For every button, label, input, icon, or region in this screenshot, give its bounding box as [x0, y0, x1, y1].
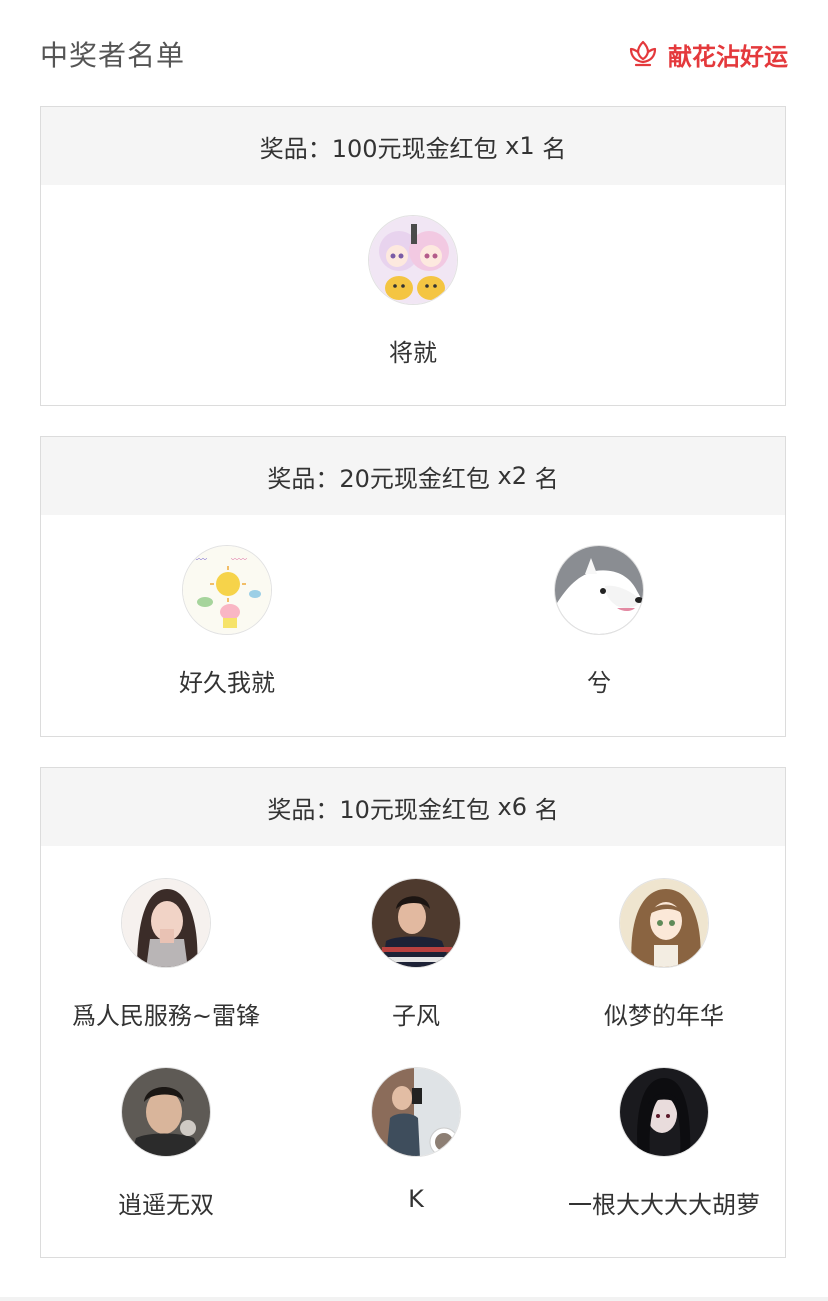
winner-name: 一根大大大大胡萝 [568, 1191, 760, 1219]
prize-prefix: 奖品： [267, 464, 340, 493]
winner-name: K [408, 1185, 424, 1213]
winner-list: 爲人民服務~雷锋 子风 似梦的年华 逍遥无双 K 一根大大大大胡萝 [41, 846, 785, 1220]
header: 中奖者名单 献花沾好运 [40, 30, 788, 78]
winner-item[interactable]: 爲人民服務~雷锋 [41, 878, 291, 1031]
winner-item[interactable]: 逍遥无双 [41, 1067, 291, 1220]
avatar [121, 878, 211, 968]
prize-count: x2 [497, 462, 528, 490]
prize-card-10: 奖品： 10元现金红包 x6 名 爲人民服務~雷锋 子风 似梦的年华 逍遥无双 … [40, 767, 786, 1258]
winner-item[interactable]: 一根大大大大胡萝 [541, 1067, 787, 1220]
winner-item[interactable]: 兮 [413, 545, 785, 698]
prize-header: 奖品： 100元现金红包 x1 名 [41, 107, 785, 185]
avatar [121, 1067, 211, 1157]
winner-name: 好久我就 [179, 669, 275, 697]
winner-name: 将就 [389, 339, 437, 367]
prize-unit: 名 [534, 464, 559, 493]
svg-text:〰〰: 〰〰 [191, 555, 207, 564]
prize-header: 奖品： 20元现金红包 x2 名 [41, 437, 785, 515]
flower-button[interactable]: 献花沾好运 [628, 37, 788, 72]
winner-item[interactable]: 将就 [41, 215, 785, 368]
winner-name: 兮 [587, 669, 611, 697]
prize-name: 20元现金红包 [339, 464, 490, 493]
prize-card-20: 奖品： 20元现金红包 x2 名 〰〰 〰〰 好久我就 兮 [40, 436, 786, 737]
prize-prefix: 奖品： [267, 795, 340, 824]
prize-count: x6 [497, 793, 528, 821]
flower-button-label: 献花沾好运 [668, 42, 788, 71]
prize-unit: 名 [534, 795, 559, 824]
prize-unit: 名 [542, 134, 567, 163]
winner-list: 将就 [41, 185, 785, 368]
winner-item[interactable]: 子风 [291, 878, 541, 1031]
winner-name: 似梦的年华 [604, 1002, 724, 1030]
avatar [371, 1067, 461, 1157]
svg-text:〰〰: 〰〰 [231, 555, 247, 564]
winner-name: 逍遥无双 [118, 1191, 214, 1219]
winner-item[interactable]: K [291, 1067, 541, 1220]
flower-icon [629, 40, 657, 67]
bottom-divider [0, 1297, 828, 1301]
prize-header: 奖品： 10元现金红包 x6 名 [41, 768, 785, 846]
winner-name: 子风 [392, 1002, 440, 1030]
winner-item[interactable]: 似梦的年华 [541, 878, 787, 1031]
avatar [368, 215, 458, 305]
avatar [554, 545, 644, 635]
avatar: 〰〰 〰〰 [182, 545, 272, 635]
prize-prefix: 奖品： [259, 134, 332, 163]
avatar [619, 1067, 709, 1157]
prize-count: x1 [505, 132, 535, 160]
prize-name: 10元现金红包 [339, 795, 490, 824]
prize-name: 100元现金红包 [331, 134, 498, 163]
page-title: 中奖者名单 [40, 39, 186, 72]
winner-name: 爲人民服務~雷锋 [71, 1002, 261, 1030]
winner-item[interactable]: 〰〰 〰〰 好久我就 [41, 545, 413, 698]
prize-card-100: 奖品： 100元现金红包 x1 名 将就 [40, 106, 786, 406]
avatar [619, 878, 709, 968]
avatar [371, 878, 461, 968]
winner-list: 〰〰 〰〰 好久我就 兮 [41, 515, 785, 698]
